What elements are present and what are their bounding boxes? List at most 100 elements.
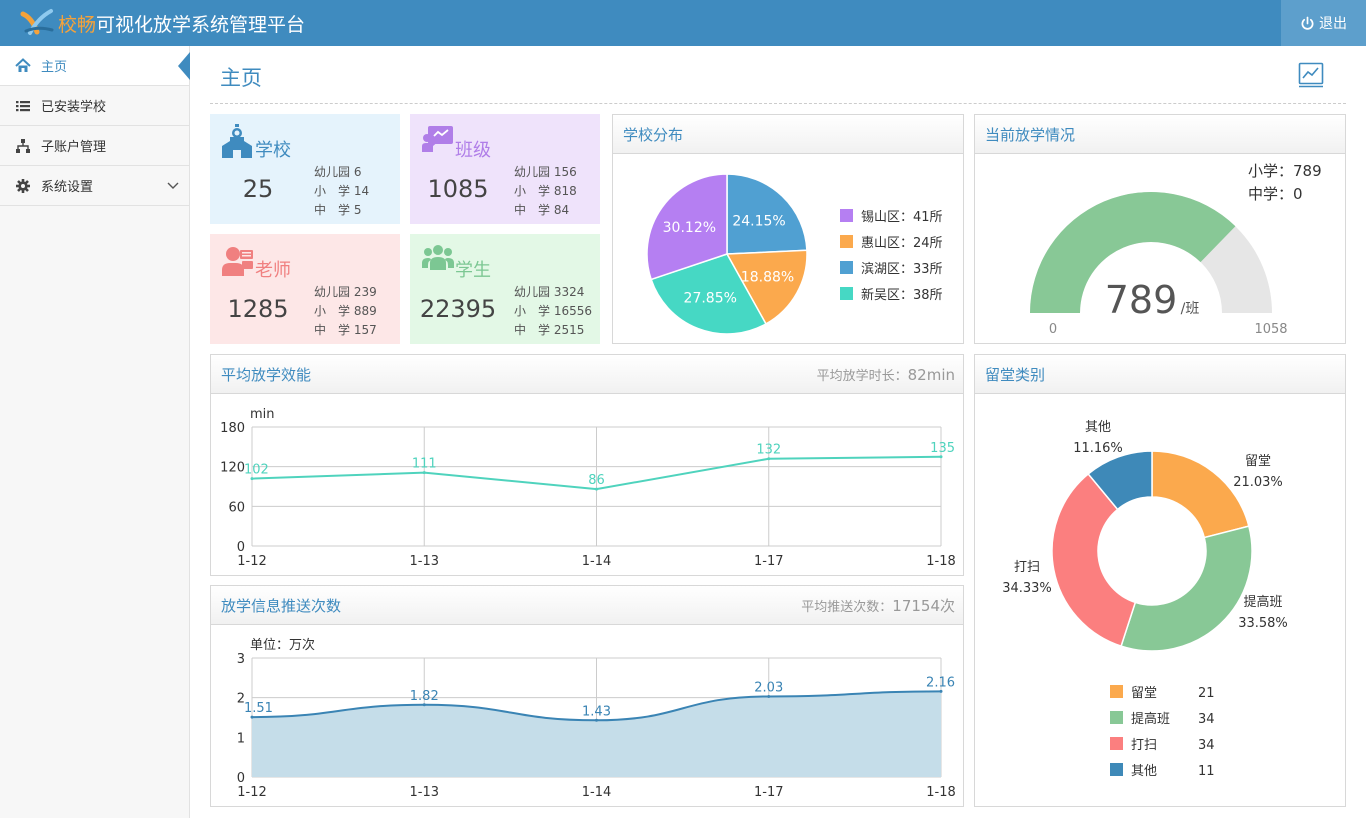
sidebar-item-settings[interactable]: 系统设置 [0,166,189,206]
stat-sub-middle: 中 学 2515 [514,323,585,337]
x-tick-label: 1-18 [926,554,956,569]
stat-label: 学生 [455,260,491,281]
donut-slice-label: 其他 [1085,420,1111,435]
stat-sub-primary: 小 学 14 [314,184,370,198]
primary-count: 小学：789 [1248,162,1322,180]
legend-swatch [1110,763,1123,776]
sidebar-item-sub-accounts[interactable]: 子账户管理 [0,126,189,166]
panel-title: 学校分布 [623,125,684,144]
stat-sub-primary: 小 学 889 [314,304,377,318]
students-icon [422,245,454,270]
sitemap-icon [15,138,31,154]
stat-card-schools: 学校 25 幼儿园 6 小 学 14 中 学 5 [210,114,400,224]
stay-category-panel: 留堂类别 留堂 21.03% 提高班 33.58% 打扫 34.33% 其他 11.16% 留堂… [974,354,1346,807]
gear-icon [15,178,31,194]
gauge-value: 789 [1105,278,1178,322]
x-tick-label: 1-14 [582,785,612,800]
donut-slice-percent: 34.33% [1002,581,1052,596]
donut-slice [1120,525,1253,652]
data-label: 2.03 [754,680,783,695]
app-title: 校畅可视化放学系统管理平台 [58,10,305,37]
sidebar-item-installed-schools[interactable]: 已安装学校 [0,86,189,126]
y-tick-label: 60 [228,500,245,515]
app-title-brand: 校畅 [58,14,97,36]
stat-total: 22395 [419,295,497,323]
meta-value: 82min [907,365,955,384]
gauge-max: 1058 [1254,322,1287,337]
x-tick-label: 1-17 [754,785,784,800]
data-label: 132 [756,443,781,458]
data-label: 86 [588,473,605,488]
logout-button[interactable]: 退出 [1281,0,1366,46]
pie-slice-label: 18.88% [741,270,794,286]
push-count-panel: 放学信息推送次数 平均推送次数：17154次 0 1 2 3 1-12 1-13 1-14 1… [210,585,964,807]
stat-sub-middle: 中 学 5 [314,203,362,217]
legend-label: 提高班 [1131,711,1170,727]
y-axis-label: min [250,407,275,422]
legend-label: 锡山区：41所 [861,210,943,225]
legend-swatch [840,209,853,222]
school-icon [222,124,252,158]
top-bar: 校畅可视化放学系统管理平台 退出 [0,0,1366,46]
efficiency-line-chart: 0 60 120 180 1-12 1-13 1-14 1-17 1-18 min 102 111 86… [220,407,956,569]
y-tick-label: 120 [220,461,245,476]
stat-total: 1285 [227,295,289,323]
home-icon [15,57,31,74]
legend-value: 11 [1198,764,1215,779]
panel-title: 当前放学情况 [985,125,1076,144]
data-label: 111 [412,457,437,472]
donut-slice-percent: 33.58% [1238,616,1288,631]
middle-count: 中学：0 [1248,185,1303,203]
line-chart-icon[interactable] [1298,62,1324,88]
x-tick-label: 1-13 [409,554,439,569]
title-divider [210,103,1346,104]
main-content: 主页 学校 25 幼儿园 6 小 学 14 中 学 5 班级 1085 幼儿园 … [190,46,1366,818]
pie-slice-label: 27.85% [684,290,737,306]
legend-label: 滨湖区：33所 [861,261,943,277]
stat-sub-kindergarten: 幼儿园 3324 [514,285,585,299]
current-dismissal-gauge: 小学：789 中学：0 789/班 0 1058 [1030,162,1322,337]
power-icon [1301,16,1314,30]
x-tick-label: 1-13 [409,785,439,800]
legend-label: 新吴区：38所 [861,287,943,303]
panel-title: 放学信息推送次数 [221,596,342,615]
y-tick-label: 180 [220,421,245,436]
meta-label: 平均放学时长： [816,368,908,384]
donut-slice-label: 打扫 [1014,560,1040,575]
stat-card-students: 学生 22395 幼儿园 3324 小 学 16556 中 学 2515 [410,234,600,344]
sidebar-item-home[interactable]: 主页 [0,46,190,86]
legend-swatch [840,261,853,274]
legend-swatch [1110,711,1123,724]
data-label: 1.51 [244,701,273,716]
data-label: 102 [244,463,269,478]
stat-total: 25 [242,175,274,203]
panel-header: 当前放学情况 [975,115,1345,154]
x-tick-label: 1-14 [582,554,612,569]
data-label: 1.82 [410,689,439,704]
sidebar-item-label: 子账户管理 [41,140,107,155]
y-tick-label: 1 [237,731,245,746]
gauge-min: 0 [1049,322,1057,337]
panel-meta: 平均放学时长：82min [817,365,955,384]
y-tick-label: 0 [237,540,245,555]
sidebar-item-label: 系统设置 [41,180,94,195]
panel-title: 平均放学效能 [221,365,312,384]
stat-sub-middle: 中 学 84 [514,203,570,217]
blackboard-icon [422,126,453,152]
school-distribution-panel: 学校分布 24.15% 18.88% 27.85% 30.12% 锡山区：41所 惠山区：… [612,114,964,344]
sidebar-item-label: 主页 [41,60,68,75]
push-count-area-chart: 01231-12 1-13 1-14 1-17 1-18单位：万次1.511.821.4… [237,637,956,800]
legend-label: 其他 [1131,764,1157,779]
meta-value: 17154次 [892,596,955,615]
legend-value: 34 [1198,738,1215,753]
app-title-text: 可视化放学系统管理平台 [96,14,306,36]
x-tick-label: 1-12 [237,554,267,569]
donut-slice-label: 提高班 [1243,594,1282,610]
stat-label: 老师 [255,260,291,281]
stat-sub-primary: 小 学 16556 [514,304,592,318]
stat-label: 学校 [255,140,291,161]
y-tick-label: 3 [237,652,245,667]
panel-meta: 平均推送次数：17154次 [801,595,955,616]
pie-slice-label: 24.15% [732,213,785,229]
stat-sub-kindergarten: 幼儿园 239 [314,285,377,299]
